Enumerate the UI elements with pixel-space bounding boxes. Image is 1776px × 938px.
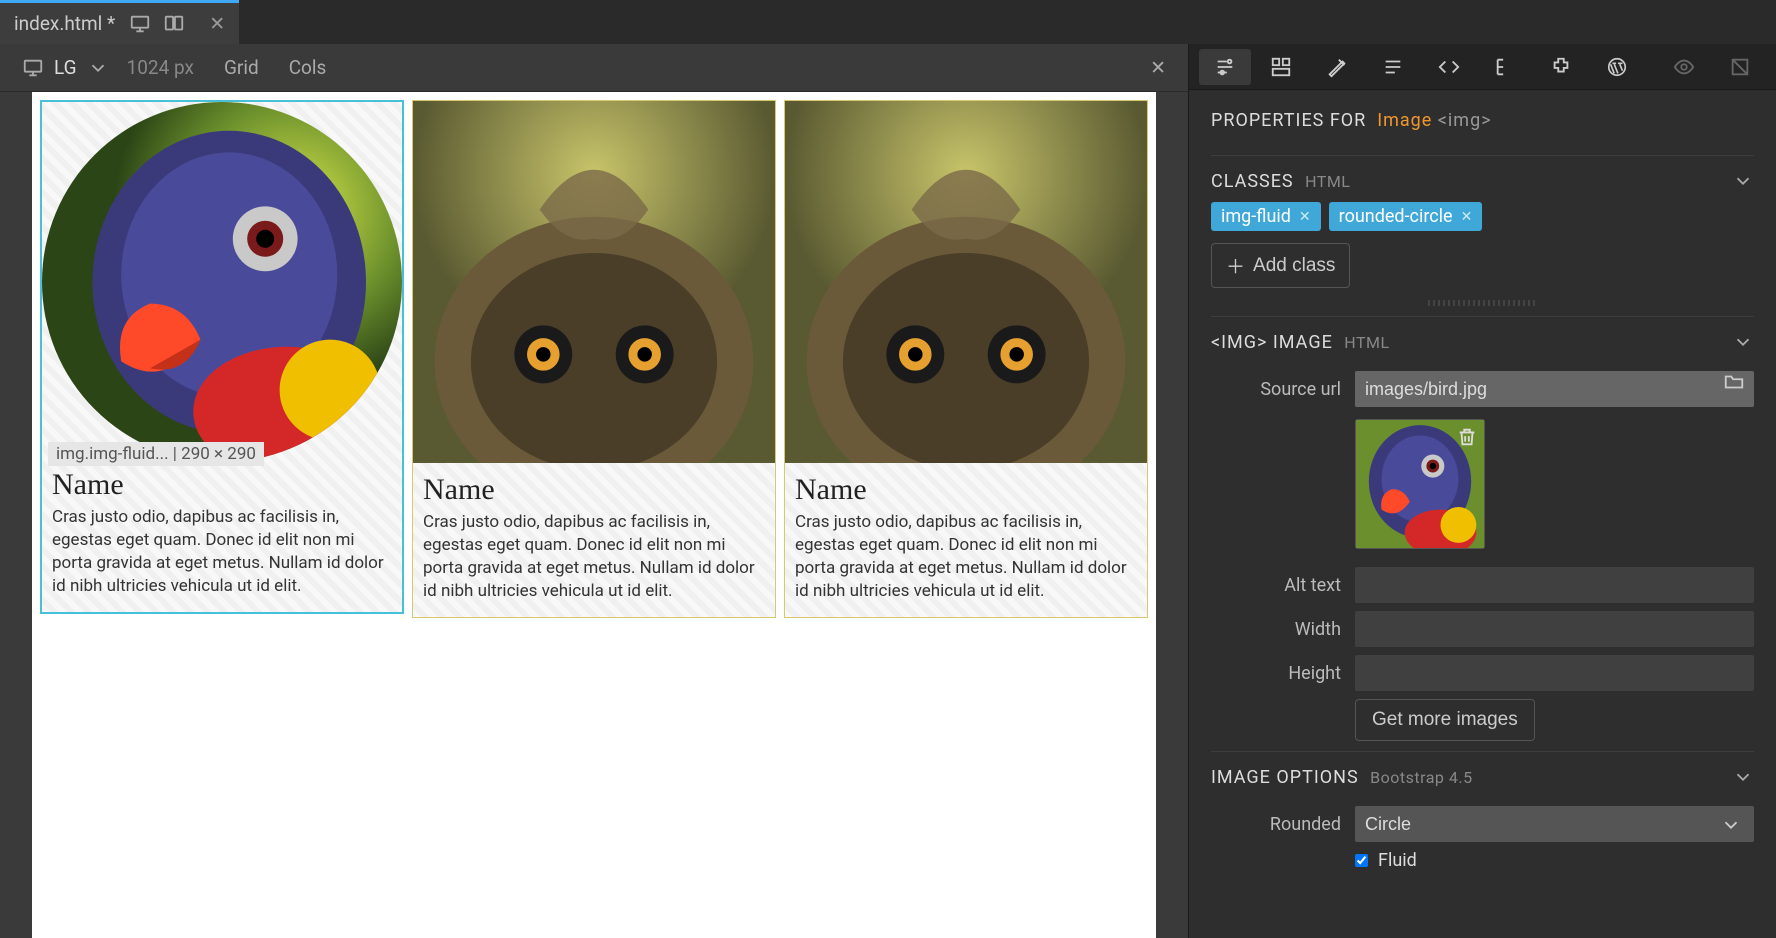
column-card[interactable]: Name Cras justo odio, dapibus ac facilis… (412, 100, 776, 618)
remove-class-icon[interactable]: ✕ (1461, 209, 1473, 225)
file-tabs: index.html * ✕ (0, 0, 1776, 44)
card-heading[interactable]: Name (42, 462, 402, 506)
device-icon (22, 57, 44, 79)
src-input[interactable] (1355, 371, 1714, 407)
class-pills: img-fluid✕ rounded-circle✕ (1211, 202, 1754, 231)
close-tab-icon[interactable]: ✕ (209, 12, 225, 35)
section-classes[interactable]: CLASSES HTML (1211, 155, 1754, 202)
tab-style-icon[interactable] (1311, 49, 1363, 85)
file-tab-index[interactable]: index.html * ✕ (0, 0, 239, 44)
column-card[interactable]: Name Cras justo odio, dapibus ac facilis… (784, 100, 1148, 618)
card-heading[interactable]: Name (413, 467, 775, 511)
toolbar-cols[interactable]: Cols (289, 56, 327, 79)
canvas[interactable]: img.img-fluid... | 290 × 290 Name Cras j… (32, 92, 1156, 938)
class-pill[interactable]: rounded-circle✕ (1329, 202, 1483, 231)
tab-wordpress-icon[interactable] (1591, 49, 1643, 85)
device-split-icon[interactable] (163, 13, 185, 35)
fluid-checkbox[interactable] (1355, 854, 1368, 867)
section-image-options[interactable]: IMAGE OPTIONS Bootstrap 4.5 (1211, 751, 1754, 798)
card-image[interactable] (413, 101, 775, 467)
panel-tabs (1189, 44, 1776, 90)
breakpoint-label: LG (54, 56, 77, 79)
card-heading[interactable]: Name (785, 467, 1147, 511)
editor-pane: LG 1024 px Grid Cols ✕ (0, 44, 1188, 938)
chevron-down-icon (1732, 766, 1754, 788)
card-body[interactable]: Cras justo odio, dapibus ac facilisis in… (413, 511, 775, 617)
tab-visibility-icon[interactable] (1658, 49, 1710, 85)
tab-components-icon[interactable] (1535, 49, 1587, 85)
height-label: Height (1211, 663, 1341, 684)
column-card[interactable]: img.img-fluid... | 290 × 290 Name Cras j… (40, 100, 404, 614)
get-more-images-button[interactable]: Get more images (1355, 699, 1535, 741)
file-tab-title: index.html * (14, 12, 115, 35)
toolbar-grid[interactable]: Grid (224, 56, 259, 79)
image-thumbnail[interactable] (1355, 419, 1485, 549)
chevron-down-icon (1732, 331, 1754, 353)
plus-icon: ＋ (1226, 252, 1245, 279)
folder-icon[interactable] (1714, 371, 1754, 393)
card-body[interactable]: Cras justo odio, dapibus ac facilisis in… (785, 511, 1147, 617)
trash-icon[interactable] (1456, 426, 1478, 448)
selection-badge: img.img-fluid... | 290 × 290 (48, 442, 264, 466)
card-image[interactable] (42, 102, 402, 462)
card-image[interactable] (785, 101, 1147, 467)
tab-layout-icon[interactable] (1255, 49, 1307, 85)
chevron-down-icon (87, 57, 109, 79)
tab-properties-icon[interactable] (1199, 49, 1251, 85)
height-input[interactable] (1355, 655, 1754, 691)
alt-input[interactable] (1355, 567, 1754, 603)
editor-toolbar: LG 1024 px Grid Cols ✕ (0, 44, 1188, 92)
src-label: Source url (1211, 379, 1341, 400)
rounded-select[interactable]: Circle (1355, 806, 1754, 842)
tab-tree-icon[interactable] (1479, 49, 1531, 85)
device-desktop-icon[interactable] (129, 13, 151, 35)
breakpoint-selector[interactable]: LG 1024 px (22, 56, 194, 79)
close-preview-icon[interactable]: ✕ (1150, 56, 1166, 79)
alt-label: Alt text (1211, 575, 1341, 596)
properties-panel: PROPERTIES FOR Image <img> CLASSES HTML … (1188, 44, 1776, 938)
rounded-label: Rounded (1211, 814, 1341, 835)
width-input[interactable] (1355, 611, 1754, 647)
card-body[interactable]: Cras justo odio, dapibus ac facilisis in… (42, 506, 402, 612)
tab-expand-icon[interactable] (1714, 49, 1766, 85)
remove-class-icon[interactable]: ✕ (1299, 209, 1311, 225)
chevron-down-icon (1732, 170, 1754, 192)
panel-title: PROPERTIES FOR Image <img> (1211, 104, 1754, 145)
add-class-button[interactable]: ＋Add class (1211, 243, 1350, 288)
tab-attributes-icon[interactable] (1367, 49, 1419, 85)
breakpoint-px: 1024 px (127, 56, 194, 79)
class-pill[interactable]: img-fluid✕ (1211, 202, 1321, 231)
tab-code-icon[interactable] (1423, 49, 1475, 85)
width-label: Width (1211, 619, 1341, 640)
panel-resize-grip[interactable] (1428, 300, 1537, 306)
fluid-label: Fluid (1378, 850, 1417, 871)
section-image[interactable]: <IMG> IMAGE HTML (1211, 316, 1754, 363)
